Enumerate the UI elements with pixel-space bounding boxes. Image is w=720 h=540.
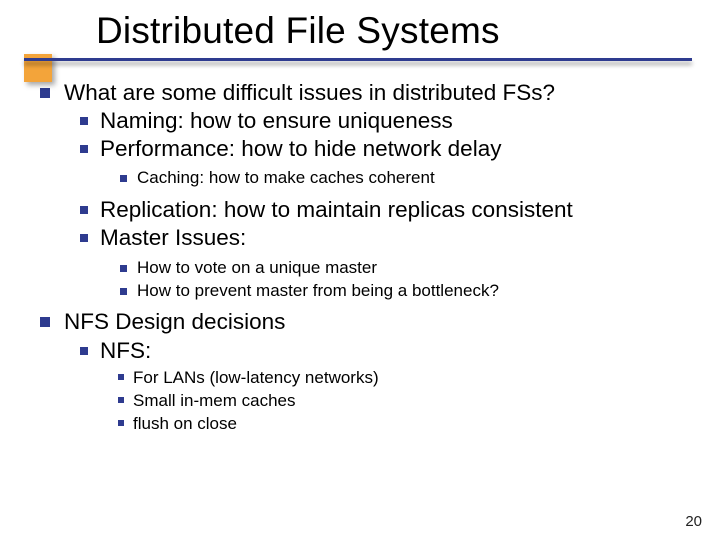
bullet-text: Master Issues: bbox=[100, 224, 246, 252]
square-bullet-icon bbox=[118, 420, 124, 426]
bullet-text: Performance: how to hide network delay bbox=[100, 135, 501, 163]
list-item: For LANs (low-latency networks) bbox=[118, 367, 690, 390]
square-bullet-icon bbox=[40, 88, 50, 98]
list-item: Caching: how to make caches coherent bbox=[120, 167, 690, 190]
bullet-list-level-1: Naming: how to ensure uniqueness Perform… bbox=[40, 107, 690, 302]
bullet-text: How to prevent master from being a bottl… bbox=[137, 280, 499, 303]
square-bullet-icon bbox=[80, 347, 88, 355]
square-bullet-icon bbox=[120, 288, 127, 295]
bullet-list-level-1: NFS: For LANs (low-latency networks) bbox=[40, 337, 690, 436]
square-bullet-icon bbox=[80, 145, 88, 153]
bullet-list-level-0: What are some difficult issues in distri… bbox=[40, 79, 690, 436]
list-item: Naming: how to ensure uniqueness bbox=[80, 107, 690, 135]
square-bullet-icon bbox=[40, 317, 50, 327]
bullet-text: Naming: how to ensure uniqueness bbox=[100, 107, 453, 135]
list-item: Small in-mem caches bbox=[118, 390, 690, 413]
bullet-text: What are some difficult issues in distri… bbox=[64, 79, 555, 107]
bullet-text: Small in-mem caches bbox=[133, 390, 296, 413]
bullet-text: flush on close bbox=[133, 413, 237, 436]
list-item: Master Issues: How to vote on a unique m… bbox=[80, 224, 690, 302]
list-item: Replication: how to maintain replicas co… bbox=[80, 196, 690, 224]
bullet-text: Caching: how to make caches coherent bbox=[137, 167, 435, 190]
square-bullet-icon bbox=[80, 234, 88, 242]
bullet-text: How to vote on a unique master bbox=[137, 257, 377, 280]
slide-title: Distributed File Systems bbox=[96, 10, 690, 52]
bullet-text: NFS Design decisions bbox=[64, 308, 285, 336]
square-bullet-icon bbox=[120, 265, 127, 272]
list-item: How to prevent master from being a bottl… bbox=[120, 280, 690, 303]
list-item: How to vote on a unique master bbox=[120, 257, 690, 280]
bullet-text: For LANs (low-latency networks) bbox=[133, 367, 379, 390]
title-wrap: Distributed File Systems bbox=[0, 10, 720, 52]
list-item: flush on close bbox=[118, 413, 690, 436]
square-bullet-icon bbox=[118, 374, 124, 380]
bullet-list-level-2: How to vote on a unique master How to pr… bbox=[80, 257, 690, 303]
slide: Distributed File Systems What are some d… bbox=[0, 0, 720, 540]
list-item: What are some difficult issues in distri… bbox=[40, 79, 690, 302]
list-item: NFS Design decisions NFS: For LANs bbox=[40, 308, 690, 435]
bullet-text: NFS: bbox=[100, 337, 151, 365]
content: What are some difficult issues in distri… bbox=[0, 61, 720, 436]
title-underline bbox=[24, 58, 692, 61]
rule-wrap bbox=[0, 58, 720, 61]
list-item: NFS: For LANs (low-latency networks) bbox=[80, 337, 690, 436]
page-number: 20 bbox=[685, 513, 702, 530]
square-bullet-icon bbox=[120, 175, 127, 182]
square-bullet-icon bbox=[118, 397, 124, 403]
bullet-list-level-2: Caching: how to make caches coherent bbox=[80, 167, 690, 190]
list-item: Performance: how to hide network delay C… bbox=[80, 135, 690, 190]
square-bullet-icon bbox=[80, 117, 88, 125]
square-bullet-icon bbox=[80, 206, 88, 214]
bullet-text: Replication: how to maintain replicas co… bbox=[100, 196, 573, 224]
bullet-list-level-2: For LANs (low-latency networks) Small in… bbox=[80, 367, 690, 436]
